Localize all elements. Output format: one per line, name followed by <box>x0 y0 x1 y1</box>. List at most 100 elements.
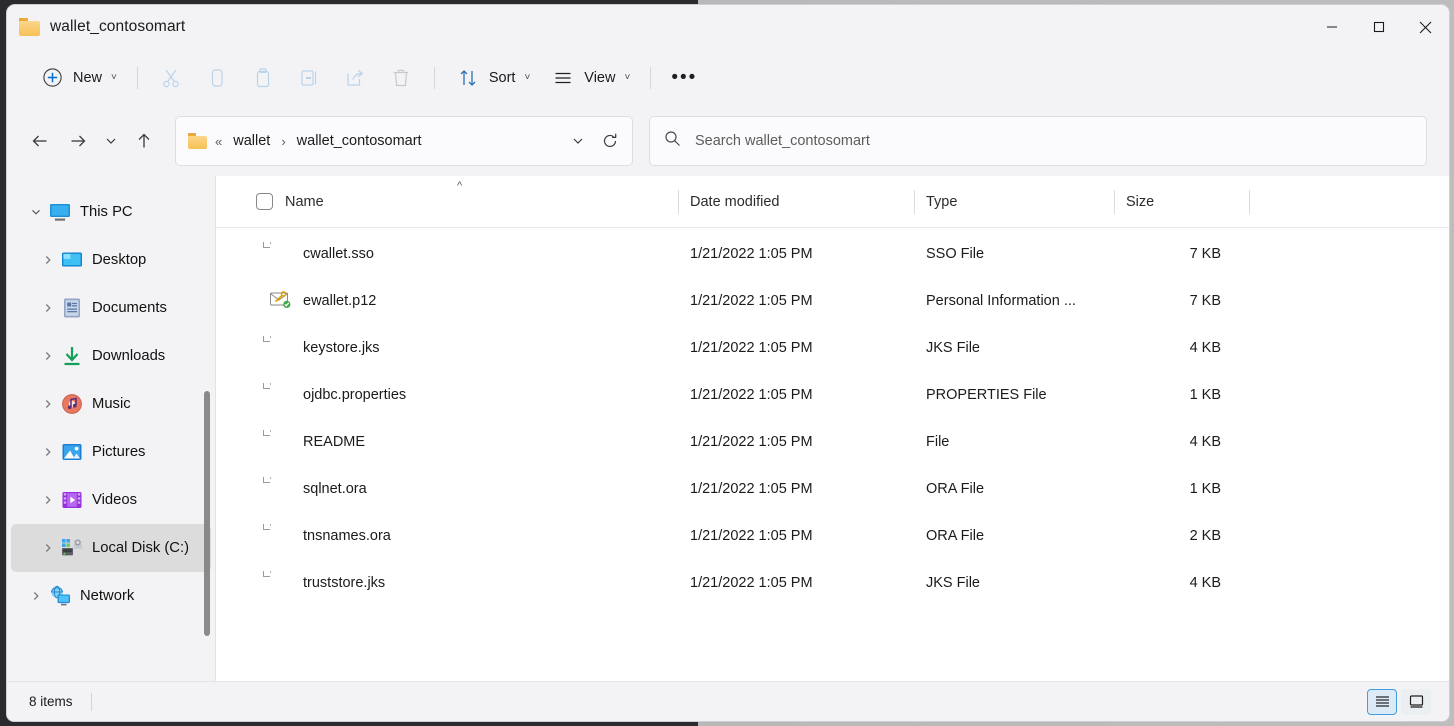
toolbar-divider-2 <box>434 67 435 89</box>
file-type-cell: ORA File <box>914 481 1114 497</box>
file-type-cell: JKS File <box>914 575 1114 591</box>
breadcrumb-overflow[interactable]: « <box>215 134 222 149</box>
select-all-checkbox[interactable] <box>256 193 273 210</box>
column-header-name[interactable]: Name ^ <box>216 176 678 228</box>
column-header-date-modified[interactable]: Date modified <box>678 176 914 228</box>
file-size-cell: 1 KB <box>1114 481 1249 497</box>
file-name-label: ojdbc.properties <box>303 387 406 403</box>
copy-icon <box>204 65 230 91</box>
minimize-button[interactable] <box>1308 5 1355 49</box>
table-row[interactable]: cwallet.sso1/21/2022 1:05 PMSSO File7 KB <box>216 230 1445 277</box>
forward-button[interactable] <box>59 122 97 160</box>
view-toggle-group <box>1367 689 1441 715</box>
file-type-cell: ORA File <box>914 528 1114 544</box>
sidebar-item-videos[interactable]: Videos <box>11 476 211 524</box>
column-header-date-label: Date modified <box>690 194 779 210</box>
sidebar-item-label: Music <box>92 396 131 412</box>
chevron-right-icon[interactable] <box>35 398 61 410</box>
chevron-down-icon: ˅ <box>624 72 630 83</box>
search-box[interactable] <box>649 116 1427 166</box>
chevron-right-icon[interactable] <box>35 254 61 266</box>
copy-button[interactable] <box>194 60 240 96</box>
command-bar: New ˅ <box>7 49 1449 106</box>
document-icon <box>269 336 291 360</box>
chevron-right-icon[interactable] <box>35 542 61 554</box>
paste-icon <box>250 65 276 91</box>
sidebar-item-label: Network <box>80 588 134 604</box>
sidebar-item-label: Downloads <box>92 348 165 364</box>
view-button-label: View <box>584 70 615 86</box>
caret-up-icon: ^ <box>457 180 462 192</box>
chevron-down-icon[interactable] <box>23 206 49 218</box>
file-type-cell: Personal Information ... <box>914 293 1114 309</box>
chevron-right-icon[interactable] <box>35 302 61 314</box>
column-header-size[interactable]: Size <box>1114 176 1249 228</box>
address-dropdown-button[interactable] <box>562 122 594 160</box>
music-icon <box>61 393 83 415</box>
file-rows: cwallet.sso1/21/2022 1:05 PMSSO File7 KB… <box>216 228 1449 681</box>
sidebar-item-desktop[interactable]: Desktop <box>11 236 211 284</box>
column-header-type[interactable]: Type <box>914 176 1114 228</box>
maximize-button[interactable] <box>1355 5 1402 49</box>
details-view-button[interactable] <box>1367 689 1397 715</box>
hamburger-icon <box>550 65 576 91</box>
navigation-scrollbar-thumb[interactable] <box>204 391 210 636</box>
recent-locations-button[interactable] <box>97 122 125 160</box>
back-button[interactable] <box>21 122 59 160</box>
sidebar-item-network[interactable]: Network <box>11 572 211 620</box>
file-size-cell: 1 KB <box>1114 387 1249 403</box>
up-button[interactable] <box>125 122 163 160</box>
cut-button[interactable] <box>148 60 194 96</box>
file-name-cell: truststore.jks <box>216 571 678 595</box>
table-row[interactable]: ojdbc.properties1/21/2022 1:05 PMPROPERT… <box>216 371 1445 418</box>
chevron-right-icon[interactable] <box>35 494 61 506</box>
sidebar-item-pictures[interactable]: Pictures <box>11 428 211 476</box>
sidebar-item-this-pc[interactable]: This PC <box>11 188 211 236</box>
table-row[interactable]: keystore.jks1/21/2022 1:05 PMJKS File4 K… <box>216 324 1445 371</box>
breadcrumb-segment-wallet-contosomart[interactable]: wallet_contosomart <box>293 130 426 152</box>
certificate-icon <box>269 289 291 313</box>
file-type-cell: JKS File <box>914 340 1114 356</box>
table-row[interactable]: tnsnames.ora1/21/2022 1:05 PMORA File2 K… <box>216 512 1445 559</box>
column-headers: Name ^ Date modified Type Size <box>216 176 1449 228</box>
more-options-button[interactable]: ••• <box>661 60 707 96</box>
sort-button[interactable]: Sort ˅ <box>445 60 540 96</box>
table-row[interactable]: truststore.jks1/21/2022 1:05 PMJKS File4… <box>216 559 1445 606</box>
address-row: « wallet › wallet_contosomart <box>7 106 1449 176</box>
sidebar-item-local-disk-c[interactable]: Local Disk (C:) <box>11 524 211 572</box>
table-row[interactable]: README1/21/2022 1:05 PMFile4 KB <box>216 418 1445 465</box>
chevron-right-icon[interactable] <box>35 446 61 458</box>
sidebar-item-downloads[interactable]: Downloads <box>11 332 211 380</box>
new-button[interactable]: New ˅ <box>29 60 127 96</box>
navigation-scrollbar[interactable] <box>202 176 212 681</box>
sidebar-item-label: This PC <box>80 204 133 220</box>
address-bar[interactable]: « wallet › wallet_contosomart <box>175 116 633 166</box>
file-name-label: keystore.jks <box>303 340 380 356</box>
paste-button[interactable] <box>240 60 286 96</box>
file-name-label: truststore.jks <box>303 575 385 591</box>
table-row[interactable]: sqlnet.ora1/21/2022 1:05 PMORA File1 KB <box>216 465 1445 512</box>
documents-icon <box>61 297 83 319</box>
table-row[interactable]: ewallet.p121/21/2022 1:05 PMPersonal Inf… <box>216 277 1445 324</box>
file-size-cell: 2 KB <box>1114 528 1249 544</box>
search-input[interactable] <box>695 133 1412 149</box>
view-button[interactable]: View ˅ <box>540 60 640 96</box>
delete-button[interactable] <box>378 60 424 96</box>
share-button[interactable] <box>332 60 378 96</box>
sidebar-item-music[interactable]: Music <box>11 380 211 428</box>
chevron-right-icon[interactable] <box>23 590 49 602</box>
file-date-cell: 1/21/2022 1:05 PM <box>678 434 914 450</box>
downloads-icon <box>61 345 83 367</box>
close-button[interactable] <box>1402 5 1449 49</box>
this-pc-icon <box>49 201 71 223</box>
sidebar-item-documents[interactable]: Documents <box>11 284 211 332</box>
refresh-button[interactable] <box>594 122 626 160</box>
rename-icon <box>296 65 322 91</box>
chevron-right-icon[interactable] <box>35 350 61 362</box>
rename-button[interactable] <box>286 60 332 96</box>
large-icons-view-button[interactable] <box>1401 689 1431 715</box>
breadcrumb-segment-wallet[interactable]: wallet <box>229 130 274 152</box>
file-size-cell: 7 KB <box>1114 246 1249 262</box>
file-name-label: ewallet.p12 <box>303 293 376 309</box>
plus-circle-icon <box>39 65 65 91</box>
